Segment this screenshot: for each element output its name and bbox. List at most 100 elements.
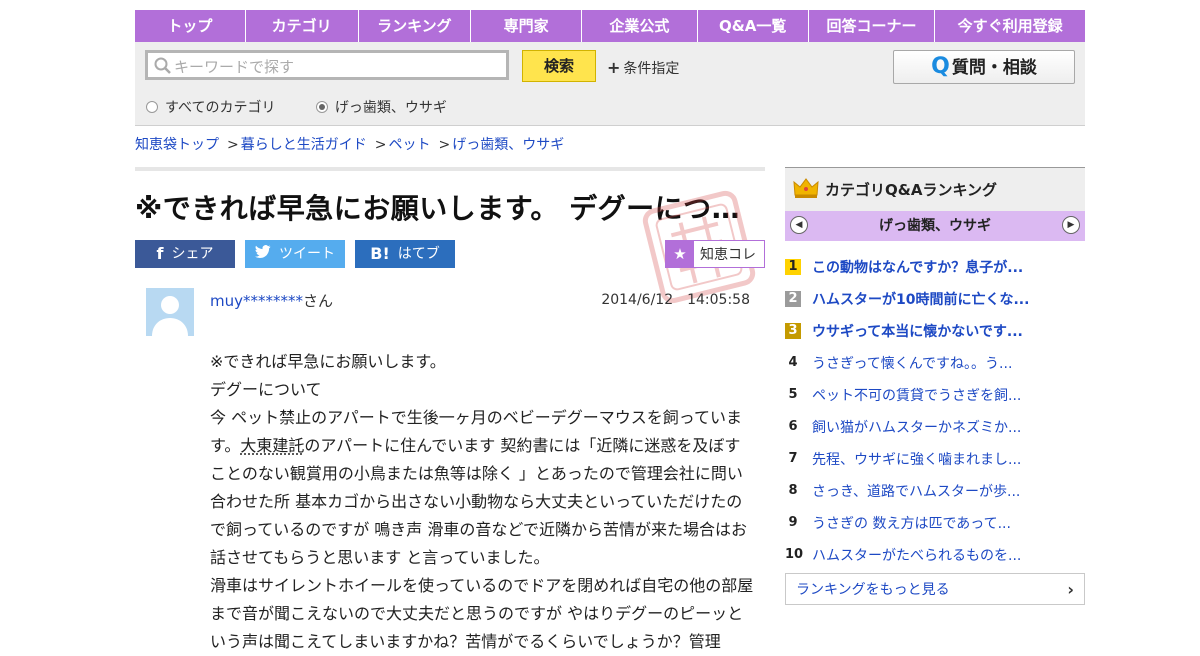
ranking-item[interactable]: 4 うさぎって懐くんですね。。う... [785,347,1085,379]
rank-number: 4 [788,355,798,370]
ranking-link[interactable]: ハムスターがたべられるものを... [812,545,1021,565]
ranking-link[interactable]: 飼い猫がハムスターかネズミか... [812,417,1021,437]
hatena-icon: B! [370,244,390,263]
twitter-icon [255,240,271,268]
rank-badge: 1 [785,259,801,275]
body-paragraph: ※できれば早急にお願いします。 [210,352,446,371]
q-icon: Q [931,54,950,79]
breadcrumb-life[interactable]: 暮らしと生活ガイド [241,137,367,153]
radio-all-categories[interactable]: すべてのカテゴリ [146,97,275,117]
user-info: muy********さん [210,290,333,311]
keyword-link[interactable]: 大東建託 [240,436,304,455]
ranking-item[interactable]: 3 ウサギって本当に懐かないです... [785,315,1085,347]
prev-arrow-icon[interactable]: ◀ [790,216,808,234]
nav-ranking[interactable]: ランキング [359,10,472,42]
nav-qa-list[interactable]: Q&A一覧 [698,10,809,42]
search-area: 検索 +条件指定 Q質問・相談 すべてのカテゴリ げっ歯類、ウサギ [135,42,1085,126]
search-button[interactable]: 検索 [522,50,596,82]
nav-official[interactable]: 企業公式 [582,10,698,42]
crown-icon [793,177,819,203]
ranking-header: カテゴリQ&Aランキング [785,167,1085,211]
body-text: のアパートに住んでいます 契約書には「近隣に迷惑を及ぼすことのない観賞用の小鳥ま… [210,436,748,567]
ranking-link[interactable]: ペット不可の賃貸でうさぎを飼... [812,385,1021,405]
star-icon: ★ [666,241,694,267]
hatena-label: はてブ [397,246,440,262]
user-suffix: さん [303,292,334,310]
ranking-item[interactable]: 9 うさぎの 数え方は匹であって... [785,507,1085,539]
search-input[interactable] [172,54,506,80]
ranking-item[interactable]: 8 さっき、道路でハムスターが歩... [785,475,1085,507]
search-box[interactable] [145,50,509,80]
breadcrumb-top[interactable]: 知恵袋トップ [135,137,219,153]
ranking-link[interactable]: さっき、道路でハムスターが歩... [812,481,1020,501]
category-ranking-sidebar: カテゴリQ&Aランキング ◀ げっ歯類、ウサギ ▶ 1 この動物はなんですか？息子… [785,167,1085,605]
rank-number: 9 [788,515,798,530]
ranking-item[interactable]: 2 ハムスターが10時間前に亡くな... [785,283,1085,315]
divider [135,167,765,171]
nav-answer-corner[interactable]: 回答コーナー [809,10,936,42]
rank-number: 7 [788,451,798,466]
question-main: ※できれば早急にお願いします。 デグーにつ... f シェア ツイート B! はてブ… [135,167,765,651]
user-name[interactable]: muy******** [210,292,303,310]
breadcrumb-rodents[interactable]: げっ歯類、ウサギ [452,137,564,153]
chiecolle-button[interactable]: ★ 知恵コレ [665,240,765,268]
radio-current-category[interactable]: げっ歯類、ウサギ [315,97,447,117]
nav-register[interactable]: 今すぐ利用登録 [935,10,1085,42]
facebook-label: シェア [171,246,214,262]
nav-experts[interactable]: 専門家 [471,10,583,42]
next-arrow-icon[interactable]: ▶ [1062,216,1080,234]
ranking-item[interactable]: 10 ハムスターがたべられるものを... [785,539,1085,571]
question-body: ※できれば早急にお願いします。 デグーについて 今 ペット禁止のアパートで生後一… [210,348,755,656]
post-date: 2014/6/12 14:05:58 [601,292,750,308]
ranking-link[interactable]: うさぎって懐くんですね。。う... [812,353,1012,373]
breadcrumb-separator: > [227,137,239,153]
radio-circle-selected[interactable] [315,101,328,113]
ask-label: 質問・相談 [951,58,1037,78]
plus-icon: + [607,58,621,77]
ranking-link[interactable]: この動物はなんですか？息子が... [812,257,1023,277]
ranking-item[interactable]: 5 ペット不可の賃貸でうさぎを飼... [785,379,1085,411]
ranking-category-bar: ◀ げっ歯類、ウサギ ▶ [785,211,1085,241]
rank-number: 8 [788,483,798,498]
ask-question-button[interactable]: Q 質問・相談 [893,50,1075,84]
hatena-share-button[interactable]: B! はてブ [355,240,455,268]
facebook-icon: f [156,244,164,263]
user-silhouette-icon [152,296,188,336]
ranking-link[interactable]: うさぎの 数え方は匹であって... [812,513,1011,533]
more-ranking-label: ランキングをもっと見る [796,582,950,598]
more-ranking-button[interactable]: ランキングをもっと見る › [785,573,1085,605]
rank-badge: 2 [785,291,801,307]
rank-number: 5 [788,387,798,402]
breadcrumb-pet[interactable]: ペット [388,137,430,153]
category-scope: すべてのカテゴリ げっ歯類、ウサギ [146,97,483,117]
twitter-label: ツイート [279,246,335,262]
ranking-item[interactable]: 7 先程、ウサギに強く噛まれまし... [785,443,1085,475]
ranking-title: カテゴリQ&Aランキング [825,181,997,199]
facebook-share-button[interactable]: f シェア [135,240,235,268]
share-buttons: f シェア ツイート B! はてブ [135,240,465,268]
nav-category[interactable]: カテゴリ [246,10,359,42]
ranking-link[interactable]: 先程、ウサギに強く噛まれまし... [812,449,1021,469]
page-wrapper: トップ カテゴリ ランキング 専門家 企業公式 Q&A一覧 回答コーナー 今すぐ… [135,10,1085,651]
radio-all-label: すべてのカテゴリ [165,100,276,116]
breadcrumb: 知恵袋トップ > 暮らしと生活ガイド > ペット > げっ歯類、ウサギ [135,134,564,154]
condition-link[interactable]: + 条件指定 [607,58,679,78]
rank-number: 10 [785,547,804,562]
global-nav: トップ カテゴリ ランキング 専門家 企業公式 Q&A一覧 回答コーナー 今すぐ… [135,10,1085,42]
nav-top[interactable]: トップ [135,10,246,42]
ranking-link[interactable]: ハムスターが10時間前に亡くな... [812,289,1029,309]
rank-number: 6 [788,419,798,434]
breadcrumb-separator: > [374,137,387,153]
avatar [146,288,194,336]
radio-cat-label: げっ歯類、ウサギ [334,100,447,116]
ranking-list: 1 この動物はなんですか？息子が... 2 ハムスターが10時間前に亡くな... 3… [785,251,1085,571]
body-paragraph: 今 ペット禁止のアパートで生後一ヶ月のベビーデグーマウスを飼っています。大東建託… [210,404,755,572]
ranking-item[interactable]: 6 飼い猫がハムスターかネズミか... [785,411,1085,443]
ranking-link[interactable]: ウサギって本当に懐かないです... [812,321,1023,341]
search-icon [154,57,172,79]
condition-label: 条件指定 [623,61,680,77]
twitter-share-button[interactable]: ツイート [245,240,345,268]
chiecolle-label: 知恵コレ [700,247,756,263]
ranking-item[interactable]: 1 この動物はなんですか？息子が... [785,251,1085,283]
radio-circle[interactable] [146,101,158,113]
